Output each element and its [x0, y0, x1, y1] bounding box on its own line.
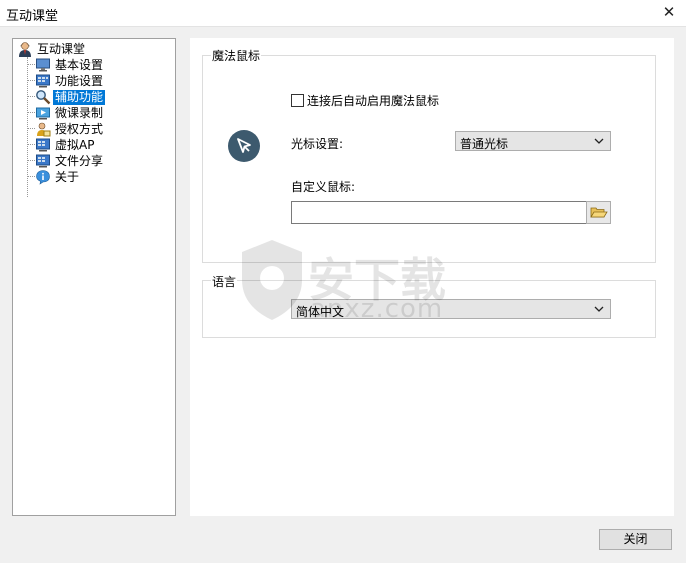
user-avatar-icon: [19, 42, 31, 57]
tree-branch: [27, 176, 35, 177]
cursor-setting-label: 光标设置:: [291, 137, 344, 151]
tree-item-label: 辅助功能: [53, 89, 106, 105]
language-value: 简体中文: [296, 305, 345, 319]
tree-item-basic-settings[interactable]: 基本设置: [35, 57, 105, 73]
close-window-icon[interactable]: ✕: [658, 2, 680, 22]
chevron-down-icon: [594, 135, 604, 150]
tree-branch: [27, 64, 35, 65]
language-dropdown[interactable]: 简体中文: [291, 299, 611, 319]
cursor-setting-value: 普通光标: [460, 137, 509, 151]
checkbox-box[interactable]: [291, 94, 304, 107]
tree-root-label: 互动课堂: [37, 41, 86, 56]
chevron-down-icon: [594, 303, 604, 318]
tree-item-label: 关于: [55, 169, 80, 184]
auto-enable-magic-mouse-label: 连接后自动启用魔法鼠标: [307, 94, 440, 108]
recording-screen-icon: [36, 107, 50, 120]
settings-tree: 互动课堂 基本设置 功能设置 辅助功能 微课录制 授权方式 虚拟AP 文件分享 …: [12, 38, 176, 516]
tree-item-about[interactable]: 关于: [35, 169, 81, 185]
tree-item-virtual-ap[interactable]: 虚拟AP: [35, 137, 96, 153]
language-group-title: 语言: [211, 273, 238, 290]
magic-mouse-group-title: 魔法鼠标: [211, 47, 262, 64]
tree-root[interactable]: 互动课堂: [17, 41, 87, 57]
tree-item-label: 微课录制: [55, 105, 104, 120]
info-icon: [36, 170, 50, 185]
tree-item-file-share[interactable]: 文件分享: [35, 153, 105, 169]
tree-item-label: 授权方式: [55, 121, 104, 136]
title-bar: 互动课堂 ✕: [0, 0, 686, 27]
tree-item-micro-course-recording[interactable]: 微课录制: [35, 105, 105, 121]
close-button[interactable]: 关闭: [599, 529, 672, 550]
tree-branch: [27, 112, 35, 113]
browse-cursor-button[interactable]: [586, 201, 611, 224]
tree-item-label: 文件分享: [55, 153, 104, 168]
certificate-user-icon: [37, 122, 51, 137]
tree-item-authorization[interactable]: 授权方式: [35, 121, 105, 137]
monitor-icon: [36, 58, 50, 72]
screen-grid-icon: [36, 74, 50, 88]
magic-mouse-group: [202, 55, 656, 263]
tree-branch: [27, 144, 35, 145]
auto-enable-magic-mouse-checkbox[interactable]: 连接后自动启用魔法鼠标: [291, 92, 439, 109]
cursor-setting-dropdown[interactable]: 普通光标: [455, 131, 611, 151]
tree-item-label: 虚拟AP: [55, 137, 95, 152]
screen-grid-icon: [36, 154, 50, 168]
magnifier-icon: [36, 90, 51, 105]
window-title: 互动课堂: [6, 9, 59, 24]
tree-branch: [27, 160, 35, 161]
tree-item-label: 基本设置: [55, 57, 104, 72]
tree-branch: [27, 128, 35, 129]
tree-item-label: 功能设置: [55, 73, 104, 88]
custom-cursor-path-input[interactable]: [291, 201, 587, 224]
settings-content-panel: 魔法鼠标 连接后自动启用魔法鼠标 光标设置: 普通光标 自定义鼠标: 语言 简体…: [190, 38, 674, 516]
tree-item-function-settings[interactable]: 功能设置: [35, 73, 105, 89]
custom-cursor-label: 自定义鼠标:: [291, 180, 356, 194]
open-folder-icon: [590, 207, 608, 218]
tree-branch: [27, 80, 35, 81]
cursor-icon: [228, 130, 260, 162]
tree-branch: [27, 96, 35, 97]
screen-grid-icon: [36, 138, 50, 152]
tree-item-accessibility[interactable]: 辅助功能: [35, 89, 106, 105]
